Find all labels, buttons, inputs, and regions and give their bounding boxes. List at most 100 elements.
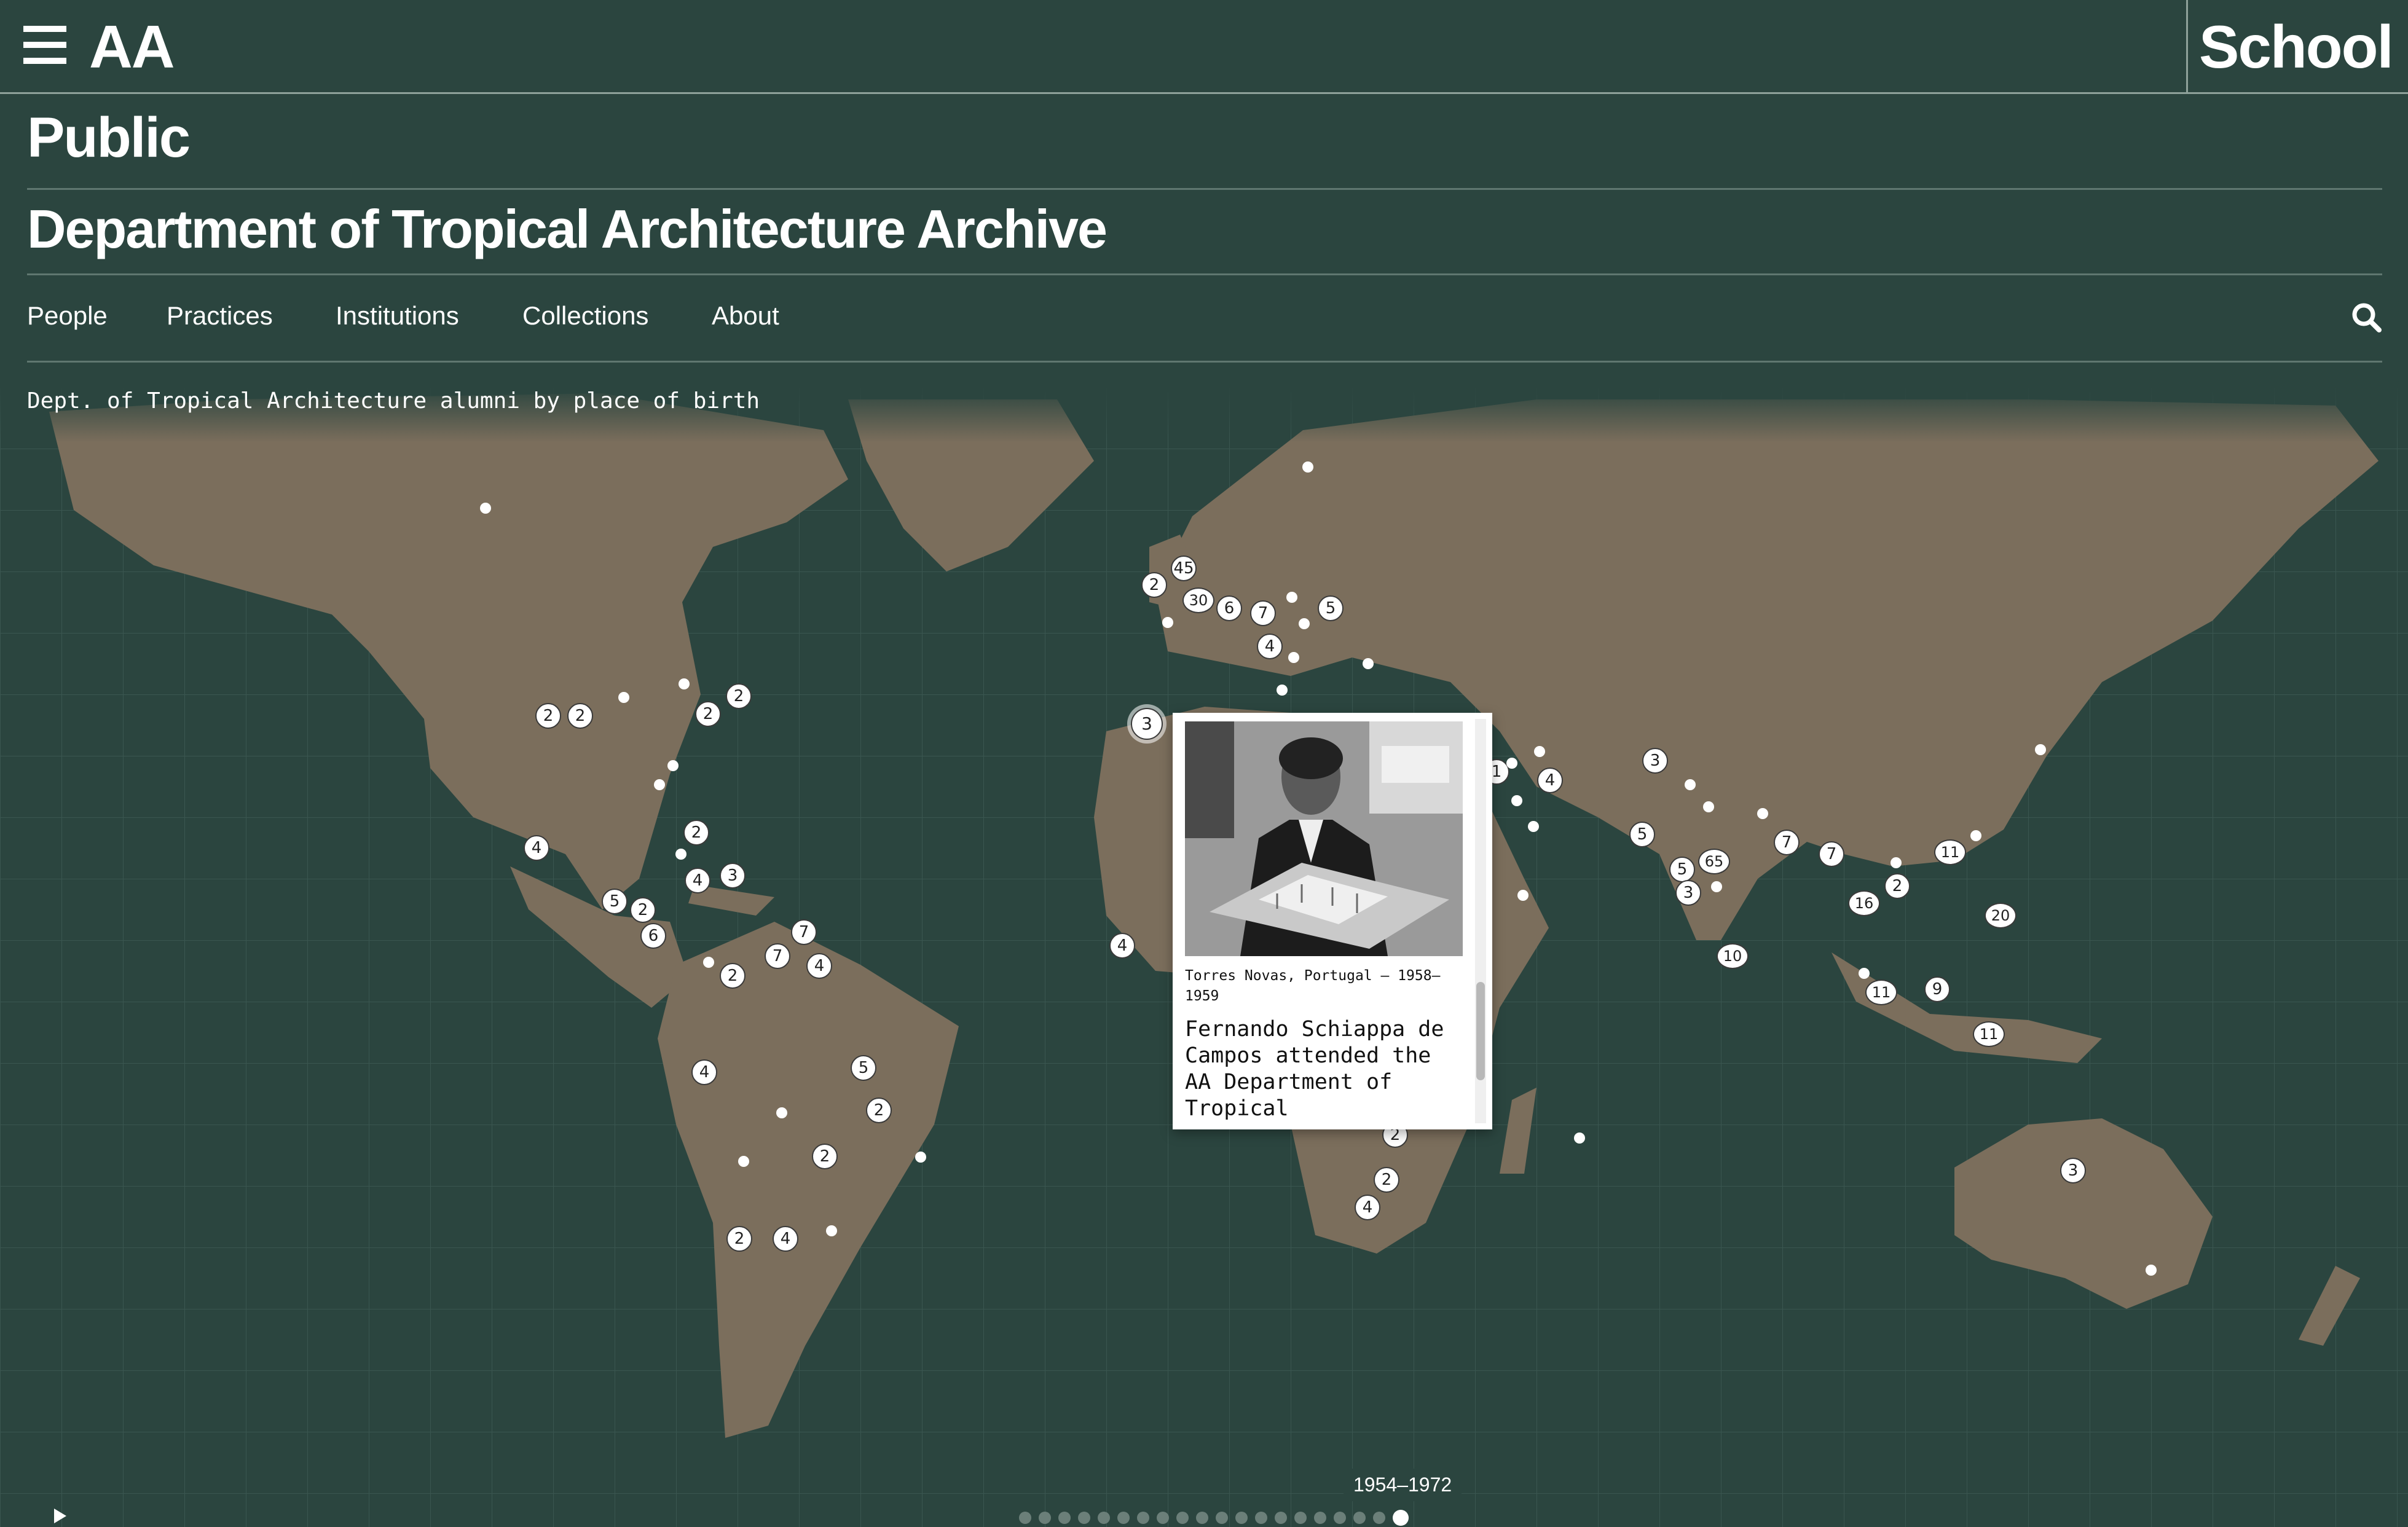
map-marker[interactable]: 4 bbox=[806, 953, 832, 979]
map-marker[interactable]: 30 bbox=[1182, 587, 1214, 613]
map-marker[interactable] bbox=[679, 678, 690, 689]
timeline-step[interactable] bbox=[1039, 1512, 1051, 1524]
timeline-step[interactable] bbox=[1373, 1512, 1385, 1524]
nav-item-institutions[interactable]: Institutions bbox=[336, 301, 459, 331]
map-marker[interactable]: 2 bbox=[1374, 1167, 1399, 1193]
map-marker[interactable] bbox=[915, 1152, 926, 1163]
map-marker[interactable]: 2 bbox=[1141, 572, 1167, 598]
map-marker[interactable]: 4 bbox=[773, 1226, 798, 1252]
map-marker[interactable]: 7 bbox=[1250, 600, 1276, 626]
map-marker[interactable]: 11 bbox=[1865, 979, 1897, 1005]
map-marker[interactable]: 65 bbox=[1698, 849, 1730, 874]
map-marker[interactable]: 11 bbox=[1973, 1021, 2005, 1047]
timeline-step[interactable] bbox=[1314, 1512, 1326, 1524]
timeline-step[interactable] bbox=[1019, 1512, 1031, 1524]
nav-item-practices[interactable]: Practices bbox=[167, 301, 273, 331]
map-marker[interactable] bbox=[1859, 968, 1870, 979]
map-marker[interactable]: 2 bbox=[695, 701, 721, 727]
map-marker[interactable] bbox=[1685, 779, 1696, 790]
map-marker[interactable]: 2 bbox=[683, 820, 709, 846]
timeline-step[interactable] bbox=[1137, 1512, 1149, 1524]
map-marker[interactable] bbox=[1970, 830, 1981, 841]
map-marker[interactable] bbox=[1534, 746, 1545, 757]
map-marker[interactable] bbox=[1711, 881, 1722, 892]
map-marker[interactable] bbox=[654, 779, 665, 790]
map-marker[interactable]: 7 bbox=[765, 943, 790, 969]
timeline-step[interactable] bbox=[1098, 1512, 1110, 1524]
map-marker[interactable] bbox=[1363, 658, 1374, 669]
map-marker[interactable]: 11 bbox=[1934, 839, 1966, 865]
timeline-step[interactable] bbox=[1353, 1512, 1366, 1524]
map-marker[interactable]: 2 bbox=[630, 897, 656, 923]
map-marker[interactable]: 2 bbox=[535, 703, 561, 729]
map-marker[interactable]: 2 bbox=[720, 963, 746, 989]
map-marker[interactable]: 4 bbox=[685, 868, 710, 893]
map-marker[interactable] bbox=[2035, 744, 2046, 755]
map-marker[interactable] bbox=[1891, 857, 1902, 868]
page-title[interactable]: Department of Tropical Architecture Arch… bbox=[27, 198, 1108, 261]
timeline-step[interactable] bbox=[1294, 1512, 1307, 1524]
map-marker[interactable] bbox=[1574, 1132, 1585, 1144]
map-marker[interactable] bbox=[1517, 890, 1529, 901]
map-marker[interactable]: 4 bbox=[1257, 634, 1283, 659]
timeline-step[interactable] bbox=[1176, 1512, 1189, 1524]
map-marker[interactable] bbox=[1703, 801, 1714, 812]
map-marker[interactable]: 20 bbox=[1985, 903, 2017, 928]
timeline-step[interactable] bbox=[1196, 1512, 1208, 1524]
nav-item-people[interactable]: People bbox=[27, 301, 108, 331]
alumni-popup-card[interactable]: Torres Novas, Portugal – 1958–1959 Ferna… bbox=[1173, 713, 1492, 1129]
nav-item-about[interactable]: About bbox=[712, 301, 779, 331]
search-icon[interactable] bbox=[2351, 302, 2382, 333]
map-marker[interactable] bbox=[1506, 758, 1517, 769]
timeline-step-active[interactable] bbox=[1393, 1510, 1409, 1526]
map-marker[interactable]: 2 bbox=[567, 703, 593, 729]
school-link[interactable]: School bbox=[2199, 12, 2394, 82]
timeline-step[interactable] bbox=[1058, 1512, 1071, 1524]
map-marker[interactable] bbox=[776, 1107, 787, 1118]
map-marker[interactable]: 9 bbox=[1924, 976, 1950, 1002]
map-marker[interactable]: 5 bbox=[1318, 595, 1344, 621]
map-marker[interactable] bbox=[1288, 652, 1299, 663]
map-marker[interactable] bbox=[618, 692, 629, 703]
map-marker[interactable] bbox=[1162, 617, 1173, 628]
map-marker[interactable]: 6 bbox=[640, 923, 666, 949]
map-marker[interactable] bbox=[480, 503, 491, 514]
timeline-step[interactable] bbox=[1334, 1512, 1346, 1524]
map-marker[interactable]: 2 bbox=[726, 683, 752, 709]
scrollbar-thumb[interactable] bbox=[1476, 982, 1485, 1080]
map-marker[interactable] bbox=[1511, 795, 1522, 806]
map-marker[interactable] bbox=[1299, 618, 1310, 629]
map-marker[interactable]: 5 bbox=[1629, 822, 1655, 847]
map-marker[interactable]: 2 bbox=[726, 1226, 752, 1252]
map-marker[interactable]: 4 bbox=[1537, 767, 1563, 793]
map-marker[interactable]: 4 bbox=[1109, 933, 1135, 959]
timeline-step[interactable] bbox=[1157, 1512, 1169, 1524]
map-marker[interactable]: 3 bbox=[2060, 1158, 2086, 1184]
timeline-step[interactable] bbox=[1235, 1512, 1248, 1524]
map-marker[interactable]: 2 bbox=[1884, 873, 1910, 899]
map-marker[interactable]: 45 bbox=[1171, 555, 1197, 581]
map-marker[interactable] bbox=[2146, 1265, 2157, 1276]
popup-scrollbar[interactable] bbox=[1475, 719, 1486, 1123]
timeline-step[interactable] bbox=[1275, 1512, 1287, 1524]
map-marker[interactable]: 6 bbox=[1216, 595, 1242, 621]
map-marker[interactable] bbox=[1528, 821, 1539, 832]
timeline-step[interactable] bbox=[1078, 1512, 1090, 1524]
map-marker[interactable]: 4 bbox=[691, 1059, 717, 1085]
map-marker[interactable]: 5 bbox=[851, 1055, 876, 1081]
map-marker[interactable]: 7 bbox=[791, 919, 817, 945]
map-marker[interactable]: 3 bbox=[1642, 748, 1668, 774]
map-marker[interactable]: 5 bbox=[602, 889, 628, 914]
map-marker[interactable]: 7 bbox=[1819, 841, 1844, 867]
map-marker[interactable] bbox=[1286, 592, 1297, 603]
map-marker-selected[interactable]: 3 bbox=[1131, 708, 1163, 740]
map-marker[interactable] bbox=[667, 760, 679, 771]
map-marker[interactable]: 3 bbox=[720, 863, 746, 889]
map-marker[interactable]: 4 bbox=[524, 835, 549, 861]
map-marker[interactable] bbox=[738, 1156, 749, 1167]
aa-logo[interactable]: AA bbox=[89, 12, 175, 82]
map-marker[interactable] bbox=[703, 957, 714, 968]
hamburger-icon[interactable] bbox=[23, 23, 66, 66]
map-marker[interactable]: 16 bbox=[1848, 890, 1880, 916]
map-marker[interactable] bbox=[1757, 808, 1768, 819]
